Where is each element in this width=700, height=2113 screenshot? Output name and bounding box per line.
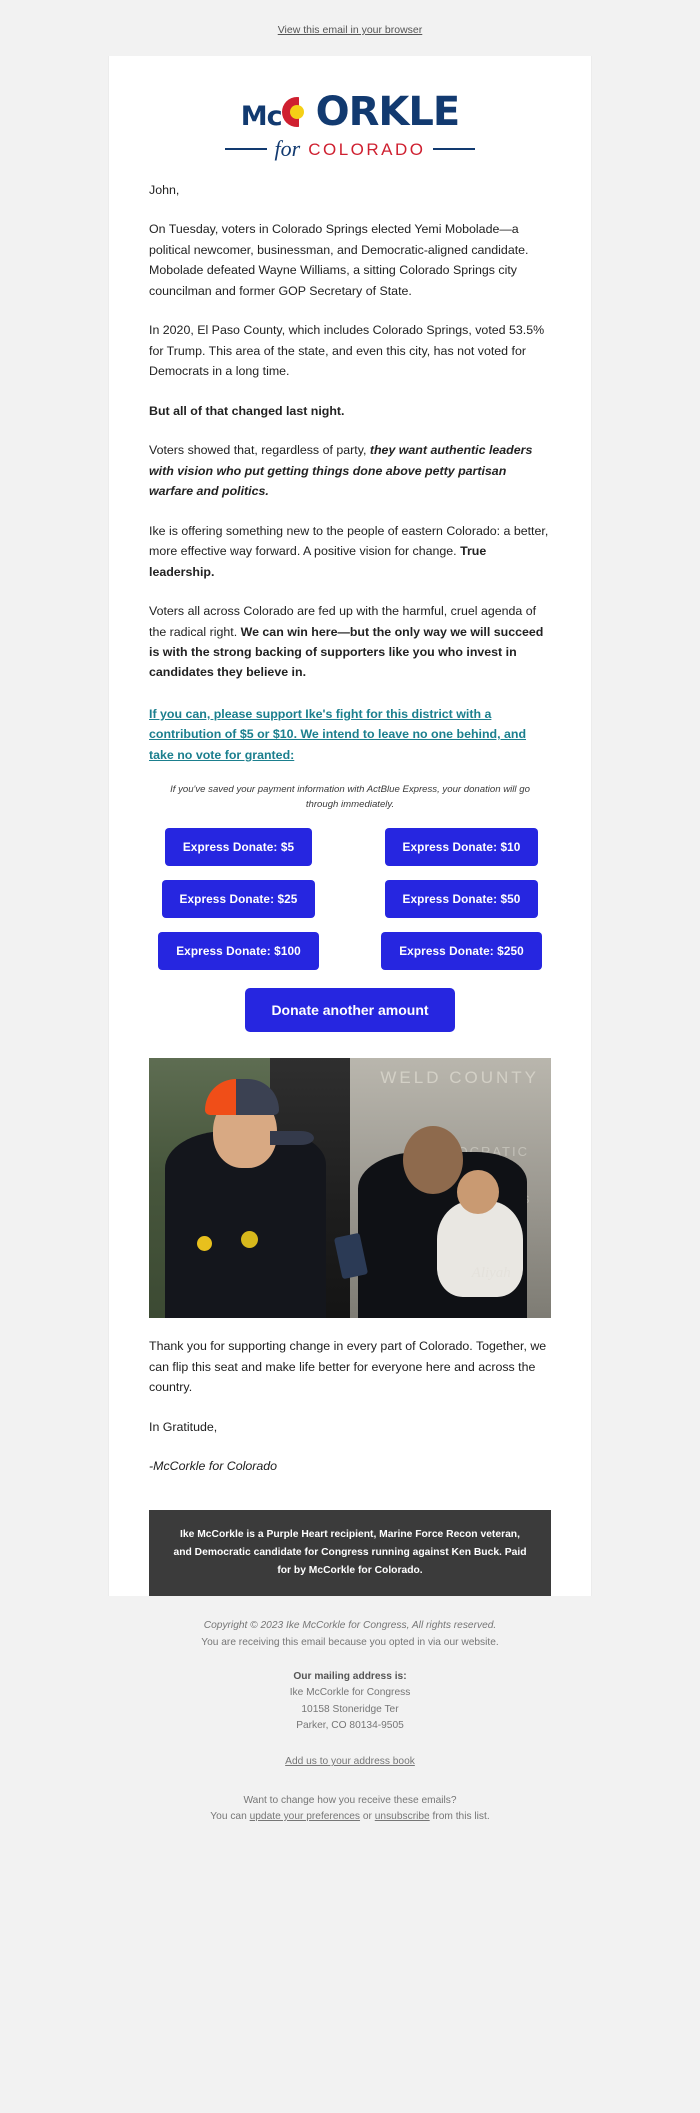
email-body: John, On Tuesday, voters in Colorado Spr… <box>109 174 591 812</box>
update-preferences-link[interactable]: update your preferences <box>250 1811 360 1822</box>
paragraph-4: Voters showed that, regardless of party,… <box>149 440 551 501</box>
logo-rule-left <box>224 148 267 150</box>
email-closing: Thank you for supporting change in every… <box>109 1332 591 1476</box>
closing-signature: -McCorkle for Colorado <box>149 1458 278 1473</box>
add-to-address-book-link[interactable]: Add us to your address book <box>285 1756 415 1767</box>
photo-person-right-head <box>402 1125 463 1194</box>
preheader: View this email in your browser <box>0 18 700 56</box>
donate-button-250[interactable]: Express Donate: $250 <box>381 932 542 971</box>
footer-address-line-3: Parker, CO 80134-9505 <box>296 1720 404 1732</box>
photo-baby-body <box>436 1201 523 1298</box>
footer-prefs-line: You can update your preferences or unsub… <box>148 1809 552 1825</box>
donate-another-amount-button[interactable]: Donate another amount <box>245 988 455 1033</box>
paid-for-by-disclaimer: Ike McCorkle is a Purple Heart recipient… <box>149 1510 551 1597</box>
footer-prefs-lead: You can <box>210 1810 250 1822</box>
footer-address-heading: Our mailing address is: <box>293 1671 407 1683</box>
logo-wordmark: Mc ORKLE <box>241 92 460 132</box>
footer-prefs-tail: from this list. <box>429 1810 490 1822</box>
donate-button-10[interactable]: Express Donate: $10 <box>384 828 539 867</box>
photo-sign-weld-county: WELD COUNTY <box>380 1068 539 1088</box>
donate-button-5[interactable]: Express Donate: $5 <box>164 828 313 867</box>
unsubscribe-link[interactable]: unsubscribe <box>375 1811 430 1822</box>
paragraph-3-text: But all of that changed last night. <box>149 403 345 418</box>
paragraph-2: In 2020, El Paso County, which includes … <box>149 323 545 379</box>
campaign-logo: Mc ORKLE for COLORADO <box>109 56 591 174</box>
campaign-photo-wrapper: WELD COUNTY DEMOCRATIC PARTY HARRIS Aliy… <box>109 1036 591 1332</box>
footer-copyright: Copyright © 2023 Ike McCorkle for Congre… <box>203 1620 497 1632</box>
logo-rule-right <box>433 148 476 150</box>
paragraph-5: Ike is offering something new to the peo… <box>149 521 551 582</box>
salutation: John, <box>149 183 180 197</box>
logo-state-text: COLORADO <box>308 139 426 159</box>
donation-button-grid: Express Donate: $5 Express Donate: $10 E… <box>109 828 591 976</box>
footer-address-line-2: 10158 Stoneridge Ter <box>301 1703 399 1715</box>
paragraph-4-lead: Voters showed that, regardless of party, <box>149 443 370 458</box>
photo-baby-script-text: Aliyah <box>471 1264 511 1281</box>
photo-cap-brim <box>269 1130 314 1145</box>
photo-baby-head <box>456 1170 499 1215</box>
photo-shirt-badge-left <box>197 1235 213 1251</box>
paragraph-6: Voters all across Colorado are fed up wi… <box>149 601 551 683</box>
logo-orkle: ORKLE <box>315 89 461 135</box>
paragraph-1: On Tuesday, voters in Colorado Springs e… <box>149 222 529 298</box>
logo-tagline: for COLORADO <box>109 138 591 160</box>
email-page: View this email in your browser Mc ORKLE … <box>0 0 700 1855</box>
closing-gratitude: In Gratitude, <box>149 1419 218 1434</box>
footer-address-line-1: Ike McCorkle for Congress <box>289 1687 411 1699</box>
donation-cta-link[interactable]: If you can, please support Ike's fight f… <box>149 704 551 765</box>
footer-address-book-wrapper: Add us to your address book <box>148 1754 552 1770</box>
colorado-c-icon <box>281 92 316 132</box>
footer-address-block: Our mailing address is: Ike McCorkle for… <box>148 1669 552 1734</box>
donate-button-25[interactable]: Express Donate: $25 <box>161 880 316 919</box>
footer-preferences-block: Want to change how you receive these ema… <box>148 1793 552 1826</box>
logo-for-text: for <box>274 136 301 161</box>
email-card: Mc ORKLE for COLORADO John, On Tuesday, v… <box>108 56 592 1597</box>
donate-other-wrapper: Donate another amount <box>109 976 591 1036</box>
footer-optin-notice: You are receiving this email because you… <box>201 1636 499 1648</box>
view-in-browser-link[interactable]: View this email in your browser <box>278 24 423 36</box>
paragraph-5-lead: Ike is offering something new to the peo… <box>149 523 549 559</box>
email-footer: Copyright © 2023 Ike McCorkle for Congre… <box>108 1596 592 1855</box>
actblue-express-note: If you've saved your payment information… <box>170 784 530 810</box>
footer-prefs-mid: or <box>360 1810 375 1822</box>
logo-c-yellow-dot <box>289 105 304 119</box>
footer-prefs-question: Want to change how you receive these ema… <box>243 1794 457 1806</box>
disclaimer-wrapper: Ike McCorkle is a Purple Heart recipient… <box>109 1510 591 1597</box>
closing-thanks: Thank you for supporting change in every… <box>149 1339 547 1395</box>
campaign-photo: WELD COUNTY DEMOCRATIC PARTY HARRIS Aliy… <box>149 1058 551 1319</box>
logo-mc: Mc <box>240 101 283 132</box>
paragraph-3-bold: But all of that changed last night. <box>149 401 551 421</box>
donate-button-50[interactable]: Express Donate: $50 <box>384 880 539 919</box>
donate-button-100[interactable]: Express Donate: $100 <box>158 932 319 971</box>
